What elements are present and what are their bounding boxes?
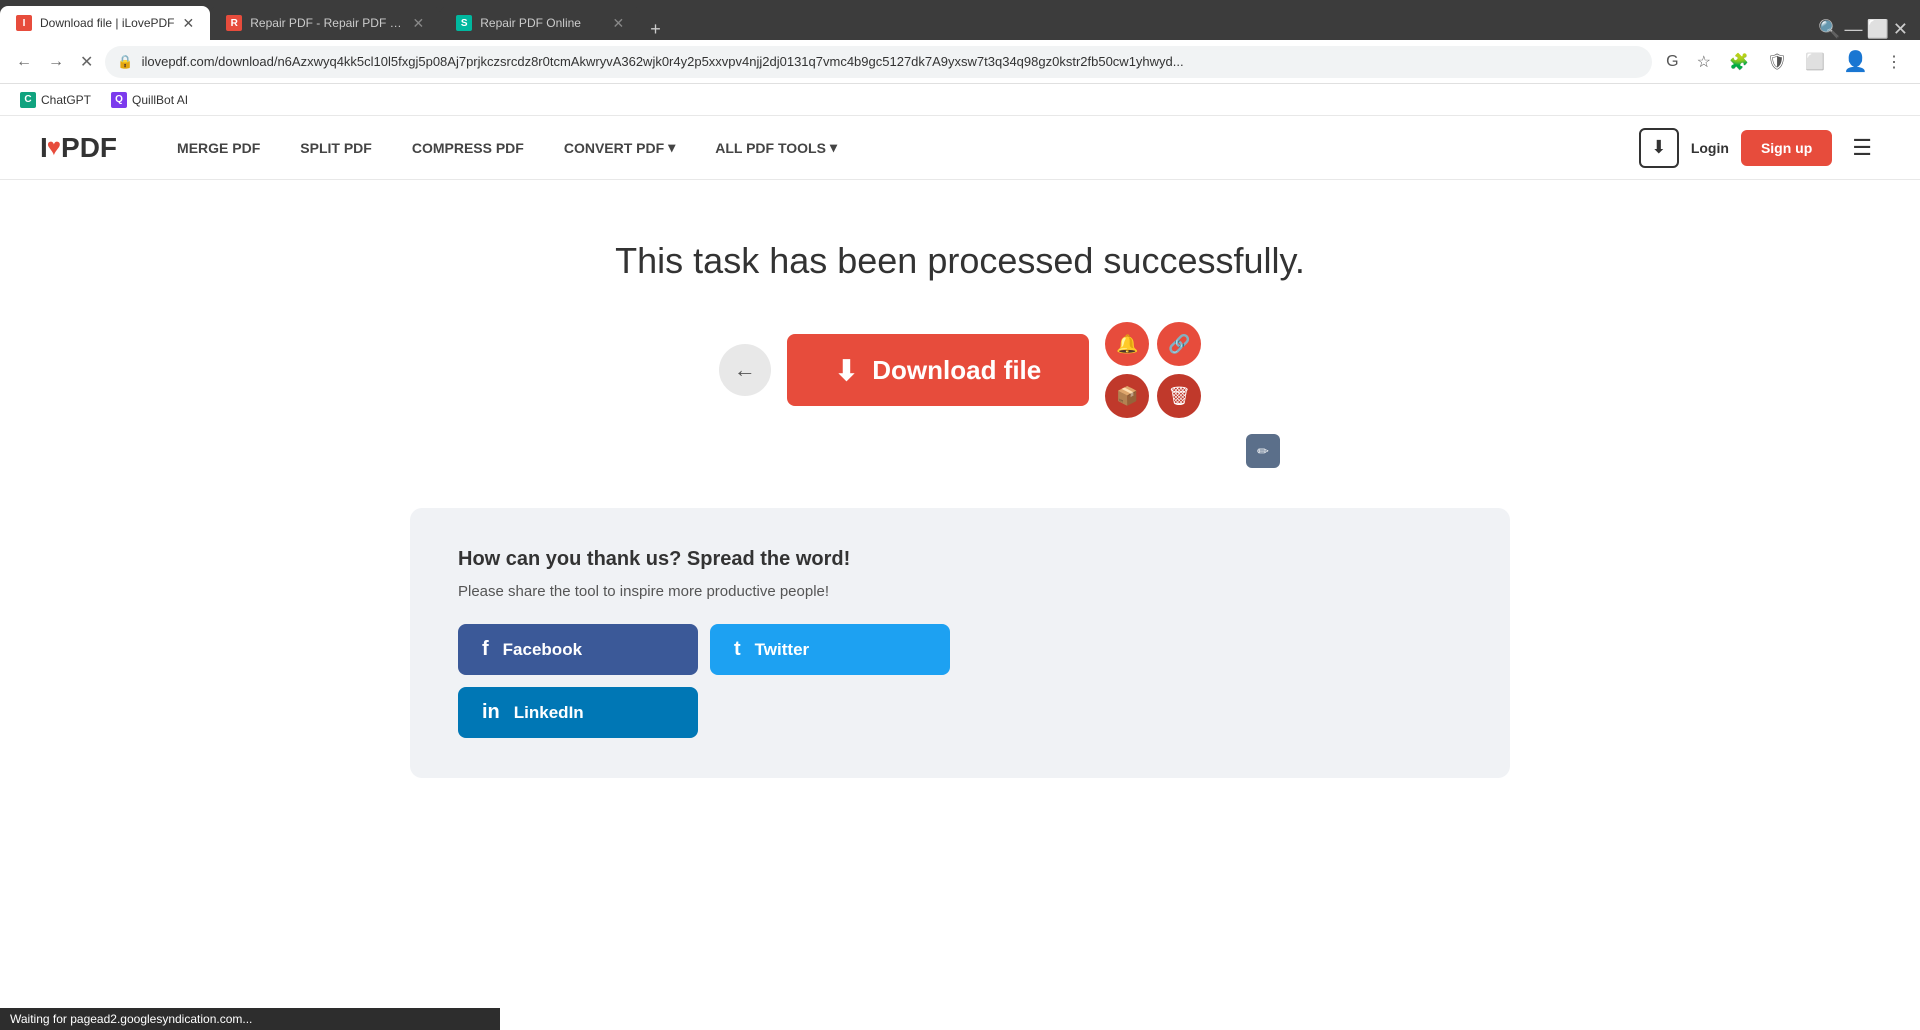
bottom-icon-row: 📦 🗑 [1105,374,1201,418]
minimize-button[interactable]: — [1844,19,1862,40]
link-copy-button[interactable]: 🔗 [1157,322,1201,366]
bookmark-chatgpt-label: ChatGPT [41,93,91,107]
nav-split-pdf[interactable]: SPLIT PDF [280,140,392,156]
side-action-icons: 🔔 🔗 📦 🗑 [1105,322,1201,418]
tab-download-file[interactable]: I Download file | iLovePDF ✕ [0,6,210,40]
edit-button[interactable]: ✏ [1246,434,1280,468]
bookmark-quillbot[interactable]: Q QuillBot AI [103,90,196,110]
bookmark-icon[interactable]: ☆ [1691,48,1717,76]
twitter-label: Twitter [755,640,809,660]
extensions-icon[interactable]: 🧩 [1723,48,1755,76]
google-account-icon[interactable]: G [1660,49,1684,75]
bookmark-quillbot-label: QuillBot AI [132,93,188,107]
linkedin-share-button[interactable]: in LinkedIn [458,687,698,738]
address-bar[interactable]: 🔒 ilovepdf.com/download/n6Azxwyq4kk5cl10… [105,46,1652,78]
back-button[interactable]: ← [719,344,771,396]
login-button[interactable]: Login [1691,140,1729,156]
trash-icon: 🗑 [1168,386,1191,407]
top-icon-row: 🔔 🔗 [1105,322,1201,366]
profile-icon[interactable]: 👤 [1837,45,1874,78]
dropbox-icon: 📦 [1116,386,1138,407]
lock-icon: 🔒 [117,54,133,70]
logo-pdf: PDF [61,132,117,164]
tab-close-2[interactable]: ✕ [413,15,425,32]
nav-all-pdf-tools[interactable]: ALL PDF TOOLS ▾ [695,139,857,156]
action-row: ← ⬇ Download file 🔔 🔗 📦 [719,322,1201,418]
convert-chevron-down-icon: ▾ [668,139,675,156]
nav-right: ⬇ Login Sign up ☰ [1639,128,1880,168]
dropbox-button[interactable]: 📦 [1105,374,1149,418]
logo-heart-icon: ♥ [47,134,61,162]
tab-search-icon[interactable]: 🔍 [1818,19,1840,40]
sidebar-icon[interactable]: ⬜ [1799,48,1831,76]
site-navigation: I ♥ PDF MERGE PDF SPLIT PDF COMPRESS PDF… [0,116,1920,180]
twitter-icon: t [734,638,741,661]
shield-icon[interactable]: 🛡 [1761,48,1793,76]
tab-favicon-1: I [16,15,32,31]
download-desktop-button[interactable]: ⬇ [1639,128,1679,168]
share-section: How can you thank us? Spread the word! P… [410,508,1510,778]
reload-button[interactable]: ✕ [76,48,97,76]
chatgpt-favicon: C [20,92,36,108]
share-buttons: f Facebook t Twitter in LinkedIn [458,624,1462,738]
download-button-label: Download file [872,355,1041,386]
quillbot-favicon: Q [111,92,127,108]
download-desktop-icon: ⬇ [1651,137,1666,158]
tab-repair-pdf-2[interactable]: S Repair PDF Online ✕ [440,6,640,40]
notify-button[interactable]: 🔔 [1105,322,1149,366]
all-tools-chevron-down-icon: ▾ [830,139,837,156]
link-icon: 🔗 [1168,334,1190,355]
hamburger-menu-icon[interactable]: ☰ [1844,131,1880,165]
facebook-share-button[interactable]: f Facebook [458,624,698,675]
tab-title-1: Download file | iLovePDF [40,16,175,30]
share-title: How can you thank us? Spread the word! [458,548,1462,571]
tab-close-3[interactable]: ✕ [613,15,625,32]
bookmark-chatgpt[interactable]: C ChatGPT [12,90,99,110]
back-nav-button[interactable]: ← [12,49,36,75]
download-file-button[interactable]: ⬇ Download file [787,334,1089,406]
site-logo[interactable]: I ♥ PDF [40,132,117,164]
nav-convert-pdf[interactable]: CONVERT PDF ▾ [544,139,695,156]
new-tab-button[interactable]: + [640,19,671,40]
share-top-row: f Facebook t Twitter [458,624,1462,675]
tab-title-3: Repair PDF Online [480,16,604,30]
nav-merge-pdf[interactable]: MERGE PDF [157,140,280,156]
tab-close-1[interactable]: ✕ [183,15,195,32]
tab-favicon-3: S [456,15,472,31]
signup-button[interactable]: Sign up [1741,130,1832,166]
twitter-share-button[interactable]: t Twitter [710,624,950,675]
maximize-button[interactable]: ⬜ [1866,19,1888,40]
status-bar-text: Waiting for pagead2.googlesyndication.co… [10,1012,252,1026]
tab-title-2: Repair PDF - Repair PDF online [250,16,404,30]
nav-compress-pdf[interactable]: COMPRESS PDF [392,140,544,156]
nav-links: MERGE PDF SPLIT PDF COMPRESS PDF CONVERT… [157,139,857,156]
main-content: This task has been processed successfull… [0,180,1920,818]
status-bar: Waiting for pagead2.googlesyndication.co… [0,1008,500,1030]
edit-pencil-icon: ✏ [1257,443,1269,460]
success-message: This task has been processed successfull… [615,240,1305,282]
menu-icon[interactable]: ⋮ [1880,48,1908,76]
linkedin-icon: in [482,701,500,724]
download-arrow-icon: ⬇ [835,354,858,387]
address-text: ilovepdf.com/download/n6Azxwyq4kk5cl10l5… [142,54,1641,69]
notify-icon: 🔔 [1116,334,1138,355]
linkedin-label: LinkedIn [514,703,584,723]
close-window-button[interactable]: ✕ [1893,19,1908,40]
back-arrow-icon: ← [734,357,756,383]
tab-repair-pdf-1[interactable]: R Repair PDF - Repair PDF online ✕ [210,6,440,40]
delete-button[interactable]: 🗑 [1157,374,1201,418]
facebook-label: Facebook [503,640,582,660]
forward-nav-button[interactable]: → [44,49,68,75]
tab-favicon-2: R [226,15,242,31]
share-subtitle: Please share the tool to inspire more pr… [458,583,1462,600]
logo-i: I [40,132,47,164]
share-bottom-row: in LinkedIn [458,687,1462,738]
facebook-icon: f [482,638,489,661]
